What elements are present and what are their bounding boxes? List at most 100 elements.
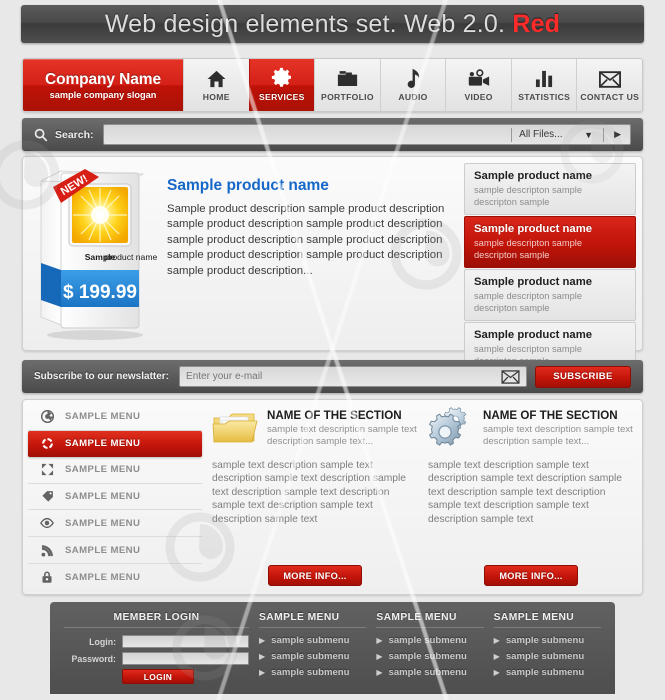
search-bar: Search: All Files... ▼ ▶ <box>22 118 643 151</box>
footer-link-label: sample submenu <box>388 651 467 662</box>
product-description: Sample product description sample produc… <box>167 203 445 277</box>
nav-item-label: PORTFOLIO <box>321 92 374 102</box>
play-arrow-icon[interactable]: ▶ <box>611 129 624 140</box>
page-title-highlight: Red <box>512 9 561 38</box>
footer-link[interactable]: ▶ sample submenu <box>259 667 366 678</box>
rss-icon <box>39 544 55 557</box>
side-menu-item-label: SAMPLE MENU <box>65 438 141 450</box>
footer-link-label: sample submenu <box>271 635 350 646</box>
more-info-button[interactable]: MORE INFO... <box>268 565 362 586</box>
product-list-item[interactable]: Sample product name sample descripton sa… <box>464 269 636 321</box>
side-menu-item-7[interactable]: SAMPLE MENU <box>28 564 202 590</box>
svg-text:$ 199.99: $ 199.99 <box>63 282 137 303</box>
footer-link-label: sample submenu <box>388 667 467 678</box>
folder-icon <box>337 68 358 88</box>
section-header: NAME OF THE SECTION sample text descript… <box>212 406 418 450</box>
product-name: Sample product name <box>167 177 329 194</box>
nav-item-audio[interactable]: AUDIO <box>379 59 446 111</box>
arrow-right-icon: ▶ <box>259 668 266 677</box>
nav-item-video[interactable]: VIDEO <box>445 59 511 111</box>
login-input[interactable] <box>122 635 249 648</box>
search-field-wrapper[interactable]: All Files... ▼ ▶ <box>102 124 631 145</box>
footer-link[interactable]: ▶ sample submenu <box>494 651 601 662</box>
footer-link[interactable]: ▶ sample submenu <box>259 651 366 662</box>
footer: MEMBER LOGIN Login: Password: LOGIN SAMP… <box>50 602 615 694</box>
subscribe-button[interactable]: SUBSCRIBE <box>535 365 631 388</box>
footer-link-label: sample submenu <box>271 651 350 662</box>
footer-link[interactable]: ▶ sample submenu <box>376 651 483 662</box>
search-divider <box>511 127 513 142</box>
newsletter-email-input[interactable] <box>186 371 501 382</box>
nav-item-statistics[interactable]: STATISTICS <box>510 59 577 111</box>
footer-link[interactable]: ▶ sample submenu <box>494 635 601 646</box>
nav-item-home[interactable]: HOME <box>183 59 249 111</box>
envelope-icon <box>501 369 520 384</box>
nav-item-label: SERVICES <box>259 92 305 102</box>
footer-column-heading: SAMPLE MENU <box>376 612 484 628</box>
brand-slogan: sample company slogan <box>49 89 157 100</box>
product-list-item-selected[interactable]: Sample product name sample descripton sa… <box>464 216 636 268</box>
main-navigation: Company Name sample company slogan HOME … <box>22 58 643 112</box>
newsletter-field-wrapper[interactable] <box>179 366 527 387</box>
footer-link[interactable]: ▶ sample submenu <box>376 667 483 678</box>
product-list: Sample product name sample descripton sa… <box>464 157 642 374</box>
product-list-item[interactable]: Sample product name sample descripton sa… <box>464 163 636 215</box>
aperture-icon <box>39 410 55 424</box>
nav-item-portfolio[interactable]: PORTFOLIO <box>314 59 380 111</box>
footer-link[interactable]: ▶ sample submenu <box>259 635 366 646</box>
side-menu-item-3[interactable]: SAMPLE MENU <box>28 457 202 484</box>
footer-link[interactable]: ▶ sample submenu <box>494 667 601 678</box>
gear-icon <box>271 67 292 88</box>
product-list-item-desc: sample descripton sample descripton samp… <box>474 185 582 207</box>
side-menu-item-2-selected[interactable]: SAMPLE MENU <box>28 430 202 457</box>
nav-item-label: STATISTICS <box>518 92 571 102</box>
home-icon <box>206 68 227 88</box>
brand-block[interactable]: Company Name sample company slogan <box>23 59 183 111</box>
footer-column-heading: SAMPLE MENU <box>259 612 367 628</box>
nav-item-label: CONTACT US <box>580 92 640 102</box>
section-subtitle: sample text description sample text desc… <box>267 423 417 447</box>
bar-chart-icon <box>535 68 554 88</box>
section-title: NAME OF THE SECTION <box>483 408 618 422</box>
login-label: Login: <box>89 636 116 647</box>
side-menu-item-label: SAMPLE MENU <box>65 517 141 529</box>
footer-link-label: sample submenu <box>505 651 585 662</box>
footer-link-label: sample submenu <box>271 667 350 678</box>
refresh-icon <box>39 437 55 450</box>
footer-column-heading: SAMPLE MENU <box>493 612 601 628</box>
footer-link-label: sample submenu <box>388 635 467 646</box>
side-menu-item-6[interactable]: SAMPLE MENU <box>28 537 202 565</box>
footer-column-3: SAMPLE MENU ▶ sample submenu ▶ sample subm… <box>493 612 601 694</box>
login-button[interactable]: LOGIN <box>122 669 194 684</box>
music-note-icon <box>405 68 422 88</box>
arrow-right-icon: ▶ <box>376 636 383 645</box>
chevron-down-icon[interactable]: ▼ <box>581 130 596 140</box>
password-input[interactable] <box>122 652 249 665</box>
product-list-item-name: Sample product name <box>474 329 593 341</box>
more-info-button[interactable]: MORE INFO... <box>484 565 578 586</box>
nav-item-services[interactable]: SERVICES <box>248 59 315 111</box>
side-menu-item-4[interactable]: SAMPLE MENU <box>28 484 202 511</box>
arrow-right-icon: ▶ <box>259 636 266 645</box>
section-body: sample text description sample text desc… <box>428 460 623 525</box>
brand-name: Company Name <box>45 70 161 88</box>
section-title: NAME OF THE SECTION <box>267 408 402 422</box>
nav-item-contact-us[interactable]: CONTACT US <box>576 59 642 111</box>
expand-icon <box>39 463 55 476</box>
footer-column-1: SAMPLE MENU ▶ sample submenu ▶ sample subm… <box>259 612 367 694</box>
footer-link[interactable]: ▶ sample submenu <box>376 635 483 646</box>
search-label: Search: <box>55 128 94 141</box>
arrow-right-icon: ▶ <box>493 668 500 677</box>
section-gears: NAME OF THE SECTION sample text descript… <box>428 406 634 586</box>
footer-login-column: MEMBER LOGIN Login: Password: LOGIN <box>64 612 249 694</box>
side-menu-item-1[interactable]: SAMPLE MENU <box>28 404 202 431</box>
nav-item-label: AUDIO <box>398 92 428 102</box>
gears-icon <box>428 407 474 449</box>
section-folder: NAME OF THE SECTION sample text descript… <box>212 406 418 586</box>
search-input[interactable] <box>109 129 505 140</box>
lock-icon <box>39 570 55 584</box>
search-filter-value[interactable]: All Files... <box>519 129 581 140</box>
arrow-right-icon: ▶ <box>493 636 500 645</box>
side-menu-item-5[interactable]: SAMPLE MENU <box>28 510 202 538</box>
footer-login-row: Login: <box>64 635 249 648</box>
